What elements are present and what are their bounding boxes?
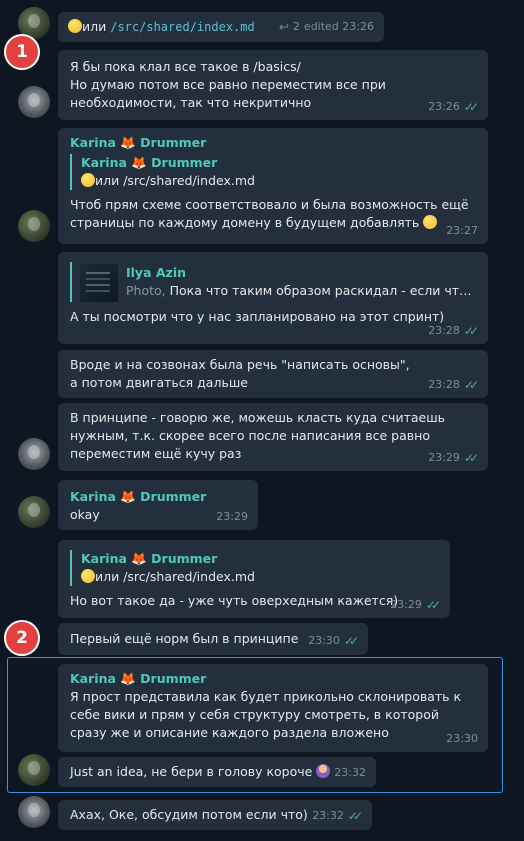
- message-time: 23:27: [446, 224, 478, 237]
- message-text: В принципе - говорю же, можешь класть ку…: [70, 410, 446, 461]
- message-meta: 23:30 ✓✓: [308, 632, 359, 650]
- sender-name[interactable]: Karina 🦊 Drummer: [70, 134, 476, 152]
- sender-name[interactable]: Karina 🦊 Drummer: [70, 670, 476, 688]
- reply-sender: Karina 🦊 Drummer: [81, 551, 218, 566]
- forward-icon[interactable]: ↩: [279, 18, 289, 36]
- reply-media-label: Photo,: [126, 283, 166, 298]
- message-meta: ↩ 2 edited 23:26: [279, 18, 374, 36]
- reply-preview[interactable]: Ilya Azin Photo, Пока что таким образом …: [70, 262, 474, 302]
- message-meta: 23:29 ✓✓: [390, 596, 441, 614]
- message-text: Just an idea, не бери в голову короче: [70, 764, 313, 779]
- message-time: 23:28: [428, 324, 460, 337]
- double-check-icon: ✓✓: [347, 809, 363, 823]
- message-bubble[interactable]: или /src/shared/index.md ↩ 2 edited 23:2…: [58, 12, 384, 42]
- sender-name[interactable]: Karina 🦊 Drummer: [70, 488, 246, 506]
- message-meta: 23:30: [446, 730, 478, 748]
- thinking-emoji-icon: [423, 215, 438, 229]
- reply-sender: Ilya Azin: [126, 265, 187, 280]
- message-bubble[interactable]: Первый ещё норм был в принципе 23:30 ✓✓: [58, 623, 368, 655]
- message-bubble[interactable]: Ахах, Оке, обсудим потом если что) 23:32…: [58, 800, 372, 830]
- message-bubble[interactable]: Karina 🦊 Drummer okay 23:29: [58, 480, 258, 530]
- avatar[interactable]: [18, 496, 50, 528]
- message-bubble[interactable]: Karina 🦊 Drummer Я прост представила как…: [58, 664, 488, 752]
- message-time: 23:26: [428, 100, 460, 113]
- double-check-icon: ✓✓: [463, 451, 479, 465]
- thinking-emoji-icon: [81, 569, 95, 583]
- message-time: 23:29: [390, 598, 422, 611]
- message-text: или: [82, 19, 107, 34]
- message-bubble[interactable]: Вроде и на созвонах была речь "написать …: [58, 350, 488, 398]
- double-check-icon: ✓✓: [463, 324, 479, 338]
- person-emoji-icon: [316, 764, 331, 778]
- message-meta: 23:28 ✓✓: [428, 376, 479, 394]
- edited-time: edited 23:26: [303, 20, 374, 33]
- message-time: 23:30: [446, 732, 478, 745]
- message-meta: 23:32 ✓✓: [312, 807, 363, 825]
- message-text: Но вот такое да - уже чуть оверхедным ка…: [70, 593, 399, 608]
- message-text: Я бы пока клал все такое в /basics/ Но д…: [70, 59, 386, 110]
- avatar[interactable]: [18, 86, 50, 118]
- chat-view: или /src/shared/index.md ↩ 2 edited 23:2…: [0, 0, 524, 841]
- reply-sender: Karina 🦊 Drummer: [81, 155, 218, 170]
- marker-2: 2: [4, 620, 40, 656]
- message-bubble[interactable]: В принципе - говорю же, можешь класть ку…: [58, 403, 488, 471]
- message-text: Вроде и на созвонах была речь "написать …: [70, 357, 410, 390]
- message-meta: 23:28 ✓✓: [428, 322, 479, 340]
- message-bubble[interactable]: Karina 🦊 Drummer или /src/shared/index.m…: [58, 540, 450, 618]
- thinking-emoji-icon: [81, 173, 95, 187]
- message-bubble[interactable]: Just an idea, не бери в голову короче 23…: [58, 757, 376, 787]
- avatar[interactable]: [18, 754, 50, 786]
- message-time: 23:29: [428, 451, 460, 464]
- double-check-icon: ✓✓: [343, 634, 359, 648]
- reply-text: или /src/shared/index.md: [95, 569, 255, 584]
- message-text: Я прост представила как будет прикольно …: [70, 689, 462, 740]
- message-meta: 23:26 ✓✓: [428, 98, 479, 116]
- inline-code: /src/shared/index.md: [110, 20, 255, 34]
- marker-1: 1: [4, 34, 40, 70]
- reply-text: Пока что таким образом раскидал - если ч…: [169, 283, 474, 298]
- double-check-icon: ✓✓: [463, 378, 479, 392]
- avatar[interactable]: [18, 210, 50, 242]
- message-meta: 23:32: [334, 764, 366, 782]
- reply-preview[interactable]: Karina 🦊 Drummer или /src/shared/index.m…: [70, 550, 438, 586]
- message-bubble[interactable]: Я бы пока клал все такое в /basics/ Но д…: [58, 50, 488, 120]
- double-check-icon: ✓✓: [463, 100, 479, 114]
- avatar[interactable]: [18, 796, 50, 828]
- message-meta: 23:29: [216, 508, 248, 526]
- message-meta: 23:27: [446, 222, 478, 240]
- photo-thumbnail[interactable]: [80, 264, 118, 302]
- message-bubble[interactable]: Karina 🦊 Drummer Karina 🦊 Drummer или /s…: [58, 128, 488, 244]
- reply-preview[interactable]: Karina 🦊 Drummer или /src/shared/index.m…: [70, 154, 476, 190]
- message-text: А ты посмотри что у нас запланировано на…: [70, 309, 445, 324]
- reply-count[interactable]: 2: [293, 18, 300, 36]
- message-time: 23:32: [334, 766, 366, 779]
- message-time: 23:29: [216, 510, 248, 523]
- thinking-emoji-icon: [68, 19, 82, 33]
- avatar[interactable]: [18, 438, 50, 470]
- reply-text: или /src/shared/index.md: [95, 173, 255, 188]
- message-text: Ахах, Оке, обсудим потом если что): [70, 807, 308, 822]
- message-time: 23:30: [308, 634, 340, 647]
- message-time: 23:32: [312, 809, 344, 822]
- message-meta: 23:29 ✓✓: [428, 449, 479, 467]
- double-check-icon: ✓✓: [425, 598, 441, 612]
- message-time: 23:28: [428, 378, 460, 391]
- message-text: Чтоб прям схеме соответствовало и была в…: [70, 197, 469, 230]
- message-bubble[interactable]: Ilya Azin Photo, Пока что таким образом …: [58, 252, 488, 344]
